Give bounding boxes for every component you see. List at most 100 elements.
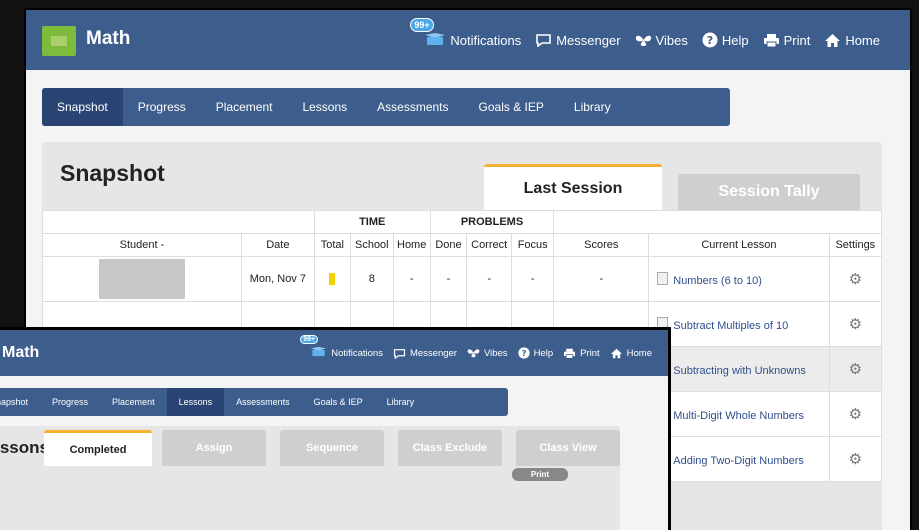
total-cell <box>313 256 351 302</box>
vibes-link[interactable]: Vibes <box>467 348 508 359</box>
messenger-label: Messenger <box>409 347 457 359</box>
vibes-icon <box>467 348 480 358</box>
current-lesson-link[interactable]: Adding Two-Digit Numbers <box>648 436 830 482</box>
tab-completed[interactable]: Completed <box>44 430 152 466</box>
tab-placement[interactable]: Placement <box>201 88 288 126</box>
tab-last-session[interactable]: Last Session <box>484 164 662 210</box>
tab-library[interactable]: Library <box>559 88 626 126</box>
notification-icon: 99+ <box>410 17 446 49</box>
col-home-header[interactable]: Home <box>392 233 431 257</box>
svg-text:?: ? <box>521 348 526 358</box>
student-name-redacted <box>98 259 185 299</box>
current-lesson-link[interactable]: Numbers (6 to 10) <box>648 256 830 302</box>
col-done-header[interactable]: Done <box>429 233 468 257</box>
tab-assessments[interactable]: Assessments <box>362 88 463 126</box>
vibes-link[interactable]: Vibes <box>635 33 688 48</box>
problems-group-header: PROBLEMS <box>429 210 555 234</box>
correct-cell: - <box>466 256 513 302</box>
tab-goals-iep[interactable]: Goals & IEP <box>464 88 559 126</box>
notifications-badge: 99+ <box>410 17 434 32</box>
time-group-header: TIME <box>313 210 431 234</box>
tab-goals-iep[interactable]: Goals & IEP <box>302 388 375 416</box>
print-link[interactable]: Print <box>763 33 810 48</box>
tab-assessments[interactable]: Assessments <box>224 388 302 416</box>
col-current-lesson-header[interactable]: Current Lesson <box>648 233 830 257</box>
done-cell: - <box>429 256 468 302</box>
col-scores-header[interactable]: Scores <box>553 233 650 257</box>
help-link[interactable]: ? Help <box>702 32 749 48</box>
notifications-label: Notifications <box>450 32 522 48</box>
tab-session-tally[interactable]: Session Tally <box>678 174 860 210</box>
current-lesson-link[interactable]: Subtracting with Unknowns <box>648 346 830 392</box>
col-student-header[interactable]: Student - <box>42 233 242 257</box>
col-focus-header[interactable]: Focus <box>511 233 555 257</box>
messenger-icon <box>393 348 406 359</box>
col-school-header[interactable]: School <box>349 233 394 257</box>
tab-class-view[interactable]: Class View <box>516 430 620 466</box>
current-lesson-link[interactable]: Subtract Multiples of 10 <box>648 301 830 347</box>
tab-progress[interactable]: Progress <box>40 388 100 416</box>
messenger-icon <box>535 33 552 47</box>
messenger-label: Messenger <box>556 32 621 48</box>
app-title: Math <box>86 28 131 49</box>
date-cell: Mon, Nov 7 <box>240 256 315 302</box>
help-icon: ? <box>702 32 718 48</box>
school-cell: 8 <box>349 256 394 302</box>
messenger-link[interactable]: Messenger <box>393 348 457 359</box>
col-date-header[interactable]: Date <box>240 233 315 257</box>
vibes-icon <box>635 34 652 47</box>
home-icon <box>824 33 841 48</box>
gear-icon[interactable]: ⚙ <box>849 361 862 378</box>
help-label: Help <box>721 32 749 48</box>
notifications-link[interactable]: 99+ Notifications <box>410 17 522 49</box>
tab-progress[interactable]: Progress <box>123 88 201 126</box>
gear-icon[interactable]: ⚙ <box>849 316 862 333</box>
notifications-label: Notifications <box>331 347 383 359</box>
lessons-window: Math 99+ Notifications Messenger Vibes ?… <box>0 330 668 530</box>
notifications-badge: 99+ <box>300 335 319 344</box>
main-tabs: Snapshot Progress Placement Lessons Asse… <box>42 88 730 126</box>
tab-lessons[interactable]: Lessons <box>166 388 225 416</box>
messenger-link[interactable]: Messenger <box>535 32 621 48</box>
print-link[interactable]: Print <box>563 348 600 359</box>
tab-assign[interactable]: Assign <box>162 430 266 466</box>
vibes-label: Vibes <box>483 347 508 359</box>
col-settings-header: Settings <box>828 233 883 257</box>
tab-placement[interactable]: Placement <box>100 388 167 416</box>
print-button[interactable]: Print <box>512 468 568 481</box>
col-total-header[interactable]: Total <box>313 233 351 257</box>
home-link[interactable]: Home <box>824 33 880 48</box>
col-correct-header[interactable]: Correct <box>466 233 513 257</box>
tab-snapshot[interactable]: Snapshot <box>0 388 40 416</box>
home-cell: - <box>392 256 431 302</box>
lesson-book-icon <box>657 271 669 285</box>
tab-lessons[interactable]: Lessons <box>287 88 362 126</box>
scores-cell: - <box>553 256 650 302</box>
gear-icon[interactable]: ⚙ <box>849 406 862 423</box>
time-flag-icon <box>329 273 336 286</box>
help-icon: ? <box>517 347 530 359</box>
svg-text:?: ? <box>707 34 713 47</box>
notifications-link[interactable]: 99+ Notifications <box>300 335 383 360</box>
header-nav: 99+ Notifications Messenger Vibes ? Help… <box>410 10 880 70</box>
page-title: Snapshot <box>60 160 165 186</box>
vibes-label: Vibes <box>655 32 688 48</box>
lesson-book-icon <box>657 316 669 330</box>
app-header: Math 99+ Notifications Messenger Vibes ?… <box>26 10 910 70</box>
tab-class-exclude[interactable]: Class Exclude <box>398 430 502 466</box>
home-icon <box>610 348 623 359</box>
help-link[interactable]: ? Help <box>517 347 554 359</box>
gear-icon[interactable]: ⚙ <box>849 271 862 288</box>
home-link[interactable]: Home <box>610 348 652 359</box>
print-icon <box>563 348 576 359</box>
current-lesson-link[interactable]: Multi-Digit Whole Numbers <box>648 391 830 437</box>
help-label: Help <box>533 347 554 359</box>
tab-snapshot[interactable]: Snapshot <box>42 88 123 126</box>
focus-cell: - <box>511 256 555 302</box>
notification-icon: 99+ <box>300 335 327 360</box>
header-nav: 99+ Notifications Messenger Vibes ? Help… <box>300 330 652 376</box>
gear-icon[interactable]: ⚙ <box>849 451 862 468</box>
tab-library[interactable]: Library <box>375 388 427 416</box>
tab-sequence[interactable]: Sequence <box>280 430 384 466</box>
home-label: Home <box>845 32 880 48</box>
